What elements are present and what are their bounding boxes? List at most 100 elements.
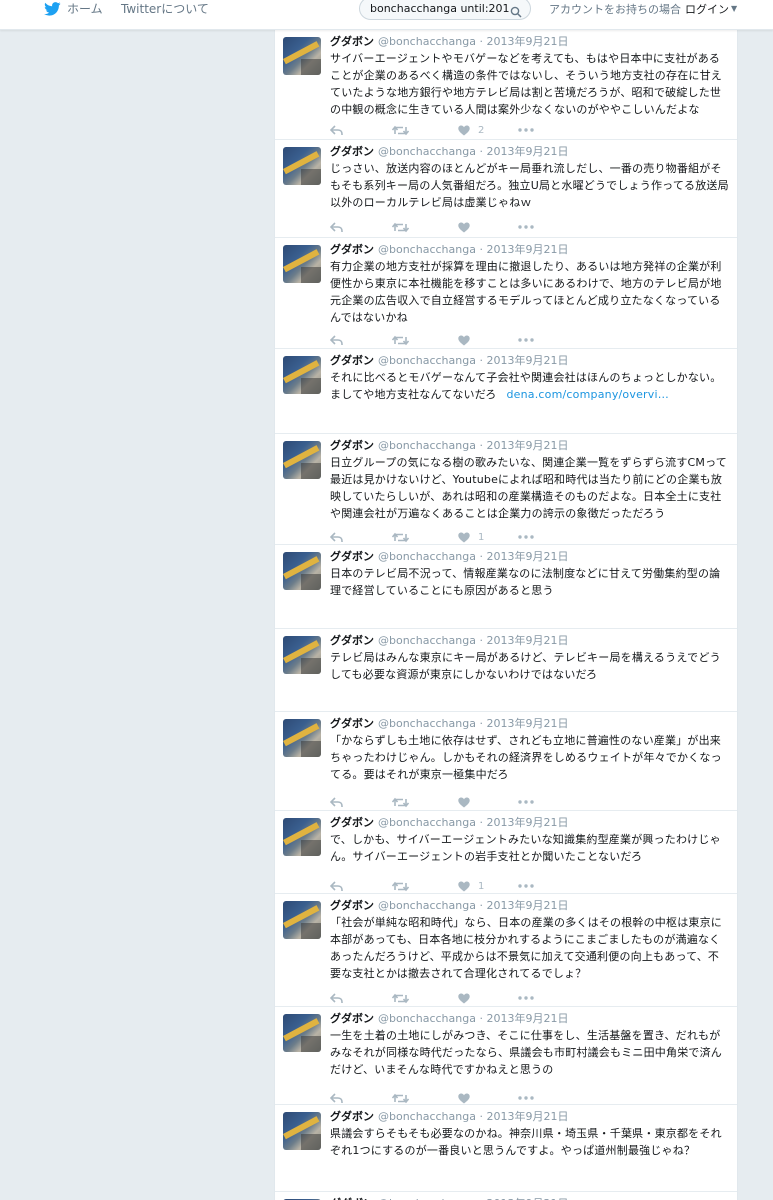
author-name[interactable]: グダボン [330,550,374,563]
avatar[interactable] [283,552,321,590]
author-name[interactable]: グダボン [330,1110,374,1123]
tweet-timestamp[interactable]: 2013年9月21日 [486,634,568,647]
more-dots-icon[interactable] [518,332,534,348]
tweet[interactable]: グダボン @bonchacchanga · 2013年9月21日 有力企業の地方支社… [275,237,737,349]
tweet-timestamp[interactable]: 2013年9月21日 [486,816,568,829]
author-name[interactable]: グダボン [330,354,374,367]
heart-icon[interactable] [458,219,470,235]
tweet[interactable]: グダボン @bonchacchanga · 2013年9月21日 「かならずしも土地… [275,711,737,811]
author-handle[interactable]: @bonchacchanga [378,550,476,563]
tweet[interactable]: グダボン @bonchacchanga · 2013年9月21日 日本のテレビ局不況… [275,544,737,629]
avatar[interactable] [283,441,321,479]
tweet-timestamp[interactable]: 2013年9月21日 [486,1012,568,1025]
reply-icon[interactable] [330,332,343,348]
reply-icon[interactable] [330,878,343,894]
tweet-timestamp[interactable]: 2013年9月21日 [486,550,568,563]
tweet[interactable]: グダボン @bonchacchanga · 2013年9月21日 サイバーエージェン… [275,29,737,140]
avatar[interactable] [283,37,321,75]
author-name[interactable]: グダボン [330,35,374,48]
tweet-timestamp[interactable]: 2013年9月21日 [486,354,568,367]
more-dots-icon[interactable] [518,219,534,235]
avatar[interactable] [283,1112,321,1150]
tweet-timestamp[interactable]: 2013年9月21日 [486,717,568,730]
tweet[interactable]: グダボン @bonchacchanga · 2013年9月21日 で、しかも、サイバ… [275,810,737,894]
avatar[interactable] [283,636,321,674]
reply-icon[interactable] [330,219,343,235]
author-handle[interactable]: @bonchacchanga [378,634,476,647]
more-dots-icon[interactable] [518,529,534,545]
heart-icon[interactable] [458,332,470,348]
author-handle[interactable]: @bonchacchanga [378,439,476,452]
avatar[interactable] [283,245,321,283]
author-name[interactable]: グダボン [330,816,374,829]
tweet[interactable]: グダボン @bonchacchanga · 2013年9月21日 「社会が単純な昭和… [275,893,737,1007]
author-handle[interactable]: @bonchacchanga [378,35,476,48]
author-handle[interactable]: @bonchacchanga [378,354,476,367]
tweet[interactable]: グダボン @bonchacchanga · 2013年9月21日 一生を土着の土地に… [275,1006,737,1105]
heart-icon[interactable]: 1 [458,529,484,545]
search-box[interactable]: bonchacchanga until:2013-09-22 [359,0,531,20]
nav-home-link[interactable]: ホーム [44,0,103,17]
tweet-timestamp[interactable]: 2013年9月21日 [486,35,568,48]
author-handle[interactable]: @bonchacchanga [378,1012,476,1025]
author-name[interactable]: グダボン [330,145,374,158]
author-name[interactable]: グダボン [330,717,374,730]
tweet[interactable]: グダボン @bonchacchanga · 2013年9月21日 それに比べるとモバ… [275,348,737,434]
tweet[interactable]: グダボン @bonchacchanga · 2013年9月21日 県議会すらそもそも… [275,1104,737,1192]
avatar[interactable] [283,147,321,185]
heart-icon[interactable] [458,990,470,1006]
author-handle[interactable]: @bonchacchanga [378,717,476,730]
tweet-timestamp[interactable]: 2013年9月21日 [486,243,568,256]
heart-icon[interactable]: 1 [458,878,484,894]
author-name[interactable]: グダボン [330,439,374,452]
author-name[interactable]: グダボン [330,634,374,647]
reply-icon[interactable] [330,529,343,545]
retweet-icon[interactable] [392,529,409,545]
retweet-icon[interactable] [392,332,409,348]
tweet[interactable]: グダボン @bonchacchanga · 2013年9月21日 テレビ局はみんな東… [275,628,737,712]
avatar[interactable] [283,818,321,856]
author-name[interactable]: グダボン [330,899,374,912]
more-dots-icon[interactable] [518,878,534,894]
author-handle[interactable]: @bonchacchanga [378,1110,476,1123]
chevron-down-icon[interactable]: ▼ [731,4,737,13]
retweet-icon[interactable] [392,122,409,138]
tweet-timestamp[interactable]: 2013年9月21日 [486,899,568,912]
retweet-icon[interactable] [392,219,409,235]
nav-about-link[interactable]: Twitterについて [121,0,209,17]
avatar[interactable] [283,901,321,939]
login-area[interactable]: アカウントをお持ちの場合 ログイン ▼ [549,0,737,17]
search-icon[interactable] [510,3,522,18]
more-dots-icon[interactable] [518,794,534,810]
author-name[interactable]: グダボン [330,1012,374,1025]
avatar[interactable] [283,719,321,757]
tweet-timestamp[interactable]: 2013年9月21日 [486,145,568,158]
retweet-icon[interactable] [392,990,409,1006]
tweet[interactable]: グダボン @bonchacchanga · 2013年9月21日 日立グループの気に… [275,433,737,545]
avatar[interactable] [283,1014,321,1052]
search-input[interactable]: bonchacchanga until:2013-09-22 [370,2,510,15]
retweet-icon[interactable] [392,878,409,894]
author-handle[interactable]: @bonchacchanga [378,816,476,829]
heart-icon[interactable] [458,794,470,810]
more-dots-icon[interactable] [518,990,534,1006]
author-handle[interactable]: @bonchacchanga [378,899,476,912]
tweet-link[interactable]: dena.com/company/overvi… [506,388,668,401]
reply-icon[interactable] [330,990,343,1006]
tweet-content: グダボン @bonchacchanga · 2013年9月21日 で、しかも、サイバ… [330,816,730,865]
author-handle[interactable]: @bonchacchanga [378,145,476,158]
login-link[interactable]: ログイン [685,1,729,17]
tweet-timestamp[interactable]: 2013年9月21日 [486,1110,568,1123]
tweet[interactable]: グダボン@bonchacchanga · 2013年9月21日 [275,1191,737,1200]
author-name[interactable]: グダボン [330,243,374,256]
author-handle[interactable]: @bonchacchanga [378,243,476,256]
tweet-timestamp[interactable]: 2013年9月21日 [486,439,568,452]
reply-icon[interactable] [330,794,343,810]
retweet-icon[interactable] [392,794,409,810]
heart-icon[interactable]: 2 [458,122,484,138]
avatar[interactable] [283,356,321,394]
tweet[interactable]: グダボン @bonchacchanga · 2013年9月21日 じっさい、放送内容… [275,139,737,238]
more-dots-icon[interactable] [518,122,534,138]
reply-icon[interactable] [330,122,343,138]
like-count: 2 [478,124,485,136]
